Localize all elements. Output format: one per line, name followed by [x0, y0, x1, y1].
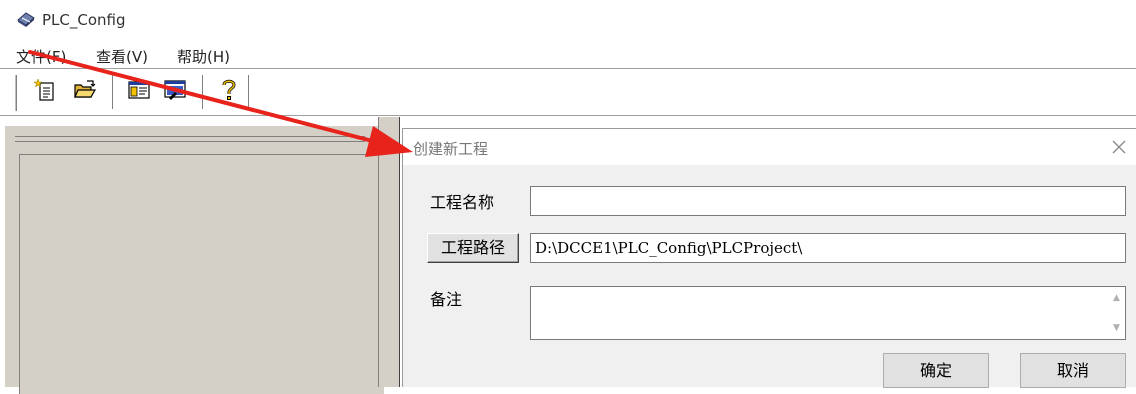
title-bar: PLC_Config	[0, 0, 1136, 36]
help-button[interactable]	[214, 77, 244, 107]
panel-layout-icon	[128, 80, 150, 104]
open-project-button[interactable]	[70, 77, 100, 107]
dialog-close-button[interactable]	[1109, 138, 1129, 158]
close-icon	[1112, 140, 1126, 154]
toolbar	[0, 68, 1136, 116]
app-title: PLC_Config	[42, 11, 126, 29]
project-name-input[interactable]	[530, 186, 1126, 216]
panel-frame: ×	[4, 125, 390, 394]
project-name-label: 工程名称	[430, 193, 495, 212]
notes-scrollbar[interactable]: ▲ ▼	[1108, 287, 1125, 339]
scroll-down-icon[interactable]: ▼	[1111, 323, 1122, 333]
output-window-icon	[163, 79, 187, 105]
output-window-button[interactable]	[160, 77, 190, 107]
panel-splitter[interactable]	[378, 117, 400, 387]
menu-help[interactable]: 帮助(H)	[177, 46, 230, 67]
menu-view[interactable]: 查看(V)	[96, 46, 148, 67]
dialog-title-bar[interactable]: 创建新工程	[403, 129, 1136, 165]
app-logo-icon	[16, 11, 36, 27]
cancel-button[interactable]: 取消	[1020, 353, 1126, 388]
toolbar-separator	[248, 75, 250, 109]
notes-textarea[interactable]: ▲ ▼	[530, 286, 1126, 340]
new-project-button[interactable]	[30, 77, 60, 107]
dialog-title: 创建新工程	[413, 140, 489, 158]
project-path-input[interactable]	[530, 233, 1126, 263]
notes-label: 备注	[430, 290, 463, 309]
open-folder-icon	[73, 79, 97, 105]
panel-grip[interactable]	[15, 136, 365, 142]
create-project-dialog: 创建新工程 工程名称 工程路径 备注 ▲ ▼ 确定 取消	[402, 128, 1136, 388]
menu-bar: 文件(F) 查看(V) 帮助(H)	[0, 36, 1136, 68]
menu-file[interactable]: 文件(F)	[16, 46, 66, 67]
ok-button[interactable]: 确定	[883, 353, 989, 388]
project-path-button[interactable]: 工程路径	[427, 233, 519, 263]
new-project-icon	[33, 78, 56, 106]
toolbar-grip[interactable]	[14, 75, 17, 111]
toolbar-separator	[202, 75, 204, 109]
scroll-up-icon[interactable]: ▲	[1111, 293, 1122, 303]
project-tree-panel: ×	[0, 117, 395, 394]
toolbar-separator	[112, 75, 114, 109]
project-tree-view[interactable]	[19, 154, 385, 394]
panel-layout-button[interactable]	[124, 77, 154, 107]
help-icon	[220, 78, 238, 106]
